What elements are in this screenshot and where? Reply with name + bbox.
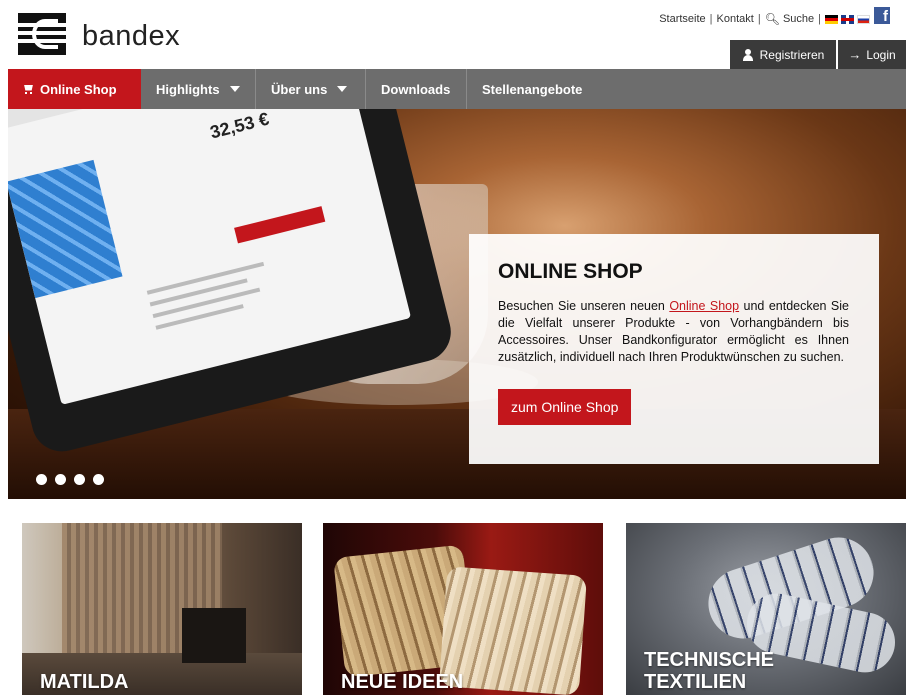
chevron-down-icon	[337, 86, 348, 92]
nav-item-stellenangebote[interactable]: Stellenangebote	[467, 69, 597, 109]
login-label: Login	[866, 47, 896, 62]
slider-dots	[36, 474, 104, 485]
hero-info-box: ONLINE SHOP Besuchen Sie unseren neuen O…	[469, 234, 879, 464]
tablet-text-line	[155, 304, 244, 330]
online-shop-link[interactable]: Online Shop	[669, 299, 739, 313]
nav-item-highlights[interactable]: Highlights	[141, 69, 256, 109]
slider-dot[interactable]	[93, 474, 104, 485]
search-link[interactable]: Suche	[783, 13, 814, 25]
facebook-icon[interactable]: f	[874, 7, 890, 25]
register-button[interactable]: Registrieren	[730, 40, 836, 69]
nav-item-label: Highlights	[156, 81, 220, 97]
curtain-image	[62, 523, 152, 673]
login-icon: →	[848, 47, 862, 62]
separator: |	[709, 13, 713, 25]
tablet-screen: 32,53 €	[8, 109, 412, 405]
login-button[interactable]: → Login	[838, 40, 906, 69]
nav-item-online-shop[interactable]: Online Shop	[8, 69, 141, 109]
main-nav: Online Shop Highlights Über uns Download…	[8, 69, 906, 109]
separator: |	[757, 13, 761, 25]
tile-technische-textilien[interactable]: TECHNISCHE TEXTILIEN	[626, 523, 906, 695]
home-link[interactable]: Startseite	[659, 13, 705, 25]
slider-dot[interactable]	[55, 474, 66, 485]
separator: |	[818, 13, 821, 25]
slider-dot[interactable]	[36, 474, 47, 485]
tablet-image: 32,53 €	[8, 109, 458, 458]
tablet-price: 32,53 €	[207, 109, 272, 143]
tile-label: TECHNISCHE TEXTILIEN	[644, 649, 775, 693]
flag-ru-icon[interactable]	[857, 14, 870, 24]
nav-item-label: Online Shop	[40, 81, 117, 97]
hero-text-before: Besuchen Sie unseren neuen	[498, 299, 665, 313]
chevron-down-icon	[229, 86, 240, 92]
tablet-header-bar	[8, 109, 343, 132]
top-links: Startseite | Kontakt | 🔍︎ Suche |	[659, 12, 870, 26]
tile-label: MATILDA	[40, 671, 129, 693]
brand-logo-mark[interactable]	[18, 13, 66, 55]
online-shop-button[interactable]: zum Online Shop	[498, 389, 632, 425]
piano-image	[182, 608, 246, 663]
tile-label: NEUE IDEEN	[341, 671, 464, 693]
tile-matilda[interactable]: MATILDA	[22, 523, 302, 695]
search-icon[interactable]: 🔍︎	[765, 12, 780, 26]
nav-item-downloads[interactable]: Downloads	[366, 69, 467, 109]
slider-dot[interactable]	[74, 474, 85, 485]
cart-icon	[23, 85, 34, 94]
hero-title: ONLINE SHOP	[498, 260, 643, 283]
nav-item-label: Über uns	[271, 81, 328, 97]
tile-neue-ideen[interactable]: NEUE IDEEN	[323, 523, 603, 695]
flag-de-icon[interactable]	[825, 14, 838, 24]
user-icon	[742, 48, 754, 61]
contact-link[interactable]: Kontakt	[717, 13, 754, 25]
nav-item-label: Stellenangebote	[482, 81, 583, 97]
nav-item-label: Downloads	[381, 81, 451, 97]
nav-item-ueber-uns[interactable]: Über uns	[256, 69, 366, 109]
flag-gb-icon[interactable]	[841, 14, 854, 24]
register-label: Registrieren	[759, 47, 825, 62]
brand-name[interactable]: bandex	[82, 20, 180, 53]
tablet-product-image	[8, 159, 123, 299]
hero-text: Besuchen Sie unseren neuen Online Shop u…	[498, 298, 849, 366]
tablet-cart-button	[234, 206, 326, 244]
